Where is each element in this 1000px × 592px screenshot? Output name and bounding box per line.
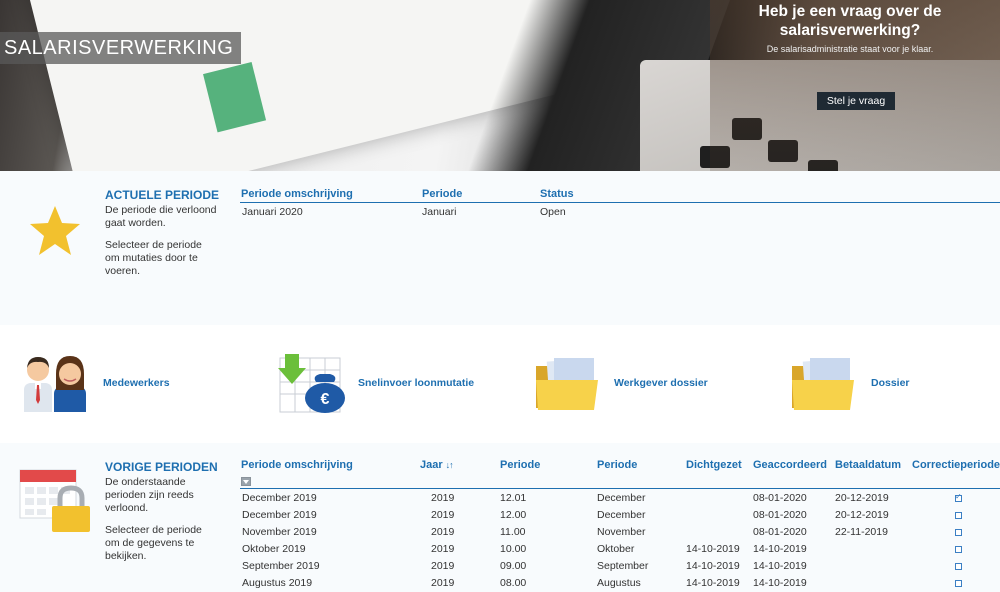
cell-periode[interactable]: November xyxy=(597,526,645,538)
cell-periode[interactable]: Oktober xyxy=(597,543,634,555)
cell-periode-nr[interactable]: 11.00 xyxy=(500,526,526,538)
previous-periods-description: De onderstaande perioden zijn reeds verl… xyxy=(105,476,194,514)
cell-periode[interactable]: September xyxy=(597,560,648,572)
column-header-correctieperiode[interactable]: Correctieperiode xyxy=(912,459,1000,471)
cell-geaccordeerd[interactable]: 14-10-2019 xyxy=(753,577,807,589)
column-header-status[interactable]: Status xyxy=(540,188,574,200)
row-status[interactable]: Open xyxy=(540,206,566,218)
tile-dossier[interactable]: Dossier xyxy=(871,377,910,389)
folder-icon[interactable] xyxy=(790,356,856,412)
column-header-dichtgezet[interactable]: Dichtgezet xyxy=(686,459,742,471)
cell-betaaldatum[interactable]: 20-12-2019 xyxy=(835,509,889,521)
cell-periode-nr[interactable]: 12.00 xyxy=(500,509,526,521)
correctieperiode-checkbox[interactable] xyxy=(955,512,962,519)
tile-snelinvoer-loonmutatie[interactable]: Snelinvoer loonmutatie xyxy=(358,377,474,389)
current-period-instruction: Selecteer de periode om mutaties door te… xyxy=(105,239,202,277)
cell-periode-nr[interactable]: 10.00 xyxy=(500,543,526,555)
correctieperiode-checkbox[interactable] xyxy=(955,580,962,587)
cell-geaccordeerd[interactable]: 08-01-2020 xyxy=(753,526,807,538)
previous-periods-instruction: Selecteer de periode om de gegevens te b… xyxy=(105,524,202,562)
cell-periode-nr[interactable]: 09.00 xyxy=(500,560,526,572)
row-periode[interactable]: Januari xyxy=(422,206,456,218)
cell-periode[interactable]: December xyxy=(597,509,645,521)
cell-jaar[interactable]: 2019 xyxy=(431,509,454,521)
cell-geaccordeerd[interactable]: 08-01-2020 xyxy=(753,492,807,504)
page-title: SALARISVERWERKING xyxy=(0,32,242,64)
cell-jaar[interactable]: 2019 xyxy=(431,492,454,504)
help-subtext: De salarisadministratie staat voor je kl… xyxy=(766,44,934,54)
column-header-betaaldatum[interactable]: Betaaldatum xyxy=(835,459,901,471)
cell-omschrijving[interactable]: December 2019 xyxy=(242,492,317,504)
current-period-description: De periode die verloond gaat worden. xyxy=(105,204,217,229)
column-header-periode[interactable]: Periode xyxy=(422,188,462,200)
ask-question-button[interactable]: Stel je vraag xyxy=(817,92,895,110)
correctieperiode-checkbox[interactable] xyxy=(955,563,962,570)
cell-periode-nr[interactable]: 12.01 xyxy=(500,492,526,504)
cell-omschrijving[interactable]: December 2019 xyxy=(242,509,317,521)
cell-geaccordeerd[interactable]: 14-10-2019 xyxy=(753,560,807,572)
cell-jaar[interactable]: 2019 xyxy=(431,543,454,555)
cell-periode-nr[interactable]: 08.00 xyxy=(500,577,526,589)
cell-omschrijving[interactable]: November 2019 xyxy=(242,526,317,538)
current-period-title: ACTUELE PERIODE xyxy=(105,188,220,202)
cell-geaccordeerd[interactable]: 08-01-2020 xyxy=(753,509,807,521)
quick-entry-icon[interactable]: € xyxy=(272,352,350,414)
cell-jaar[interactable]: 2019 xyxy=(431,526,454,538)
cell-betaaldatum[interactable]: 20-12-2019 xyxy=(835,492,889,504)
header-divider xyxy=(240,202,1000,203)
column-header-periode[interactable]: Periode xyxy=(597,459,637,471)
svg-text:€: € xyxy=(321,391,330,408)
tile-medewerkers[interactable]: Medewerkers xyxy=(103,377,170,389)
folder-icon[interactable] xyxy=(534,356,600,412)
help-question: Heb je een vraag over de salarisverwerki… xyxy=(758,3,942,39)
cell-betaaldatum[interactable]: 22-11-2019 xyxy=(835,526,888,538)
cell-periode[interactable]: Augustus xyxy=(597,577,641,589)
correctieperiode-checkbox[interactable] xyxy=(955,529,962,536)
cell-jaar[interactable]: 2019 xyxy=(431,577,454,589)
correctieperiode-checkbox[interactable] xyxy=(955,492,962,502)
column-header-omschrijving[interactable]: Periode omschrijving xyxy=(241,459,353,471)
cell-periode[interactable]: December xyxy=(597,492,645,504)
column-header-geaccordeerd[interactable]: Geaccordeerd xyxy=(753,459,827,471)
header-divider xyxy=(240,488,1000,489)
row-omschrijving[interactable]: Januari 2020 xyxy=(242,206,303,218)
correctieperiode-checkbox[interactable] xyxy=(955,546,962,553)
help-callout: Heb je een vraag over de salarisverwerki… xyxy=(732,2,968,54)
cell-omschrijving[interactable]: September 2019 xyxy=(242,560,320,572)
locked-calendar-icon xyxy=(19,469,90,532)
tile-werkgever-dossier[interactable]: Werkgever dossier xyxy=(614,377,708,389)
cell-geaccordeerd[interactable]: 14-10-2019 xyxy=(753,543,807,555)
employees-icon[interactable] xyxy=(20,352,92,414)
cell-omschrijving[interactable]: Augustus 2019 xyxy=(242,577,312,589)
column-header-jaar[interactable]: Jaar ↓↑ xyxy=(420,459,454,471)
sort-icon[interactable]: ↓↑ xyxy=(446,460,454,470)
cell-dichtgezet[interactable]: 14-10-2019 xyxy=(686,560,740,572)
column-header-omschrijving[interactable]: Periode omschrijving xyxy=(241,188,353,200)
column-header-periode-nr[interactable]: Periode xyxy=(500,459,540,471)
star-icon xyxy=(30,206,80,255)
cell-omschrijving[interactable]: Oktober 2019 xyxy=(242,543,306,555)
cell-jaar[interactable]: 2019 xyxy=(431,560,454,572)
cell-dichtgezet[interactable]: 14-10-2019 xyxy=(686,577,740,589)
previous-periods-title: VORIGE PERIODEN xyxy=(105,460,218,474)
cell-dichtgezet[interactable]: 14-10-2019 xyxy=(686,543,740,555)
filter-toggle-icon[interactable] xyxy=(241,477,251,486)
